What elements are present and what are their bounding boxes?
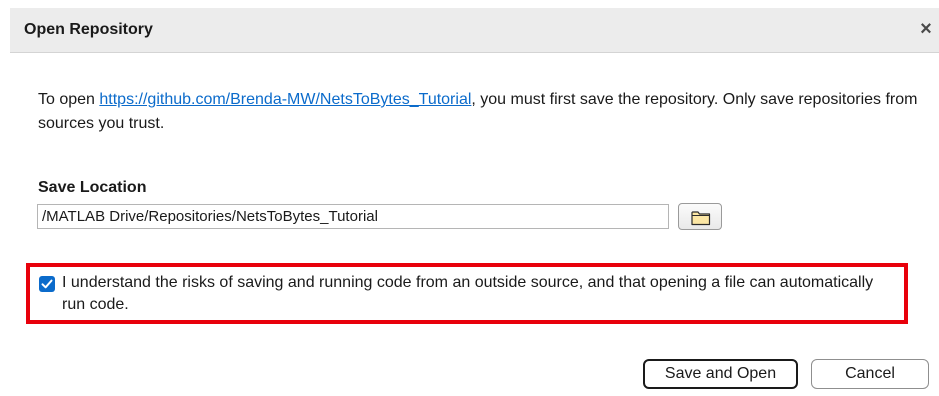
- repository-link[interactable]: https://github.com/Brenda-MW/NetsToBytes…: [99, 91, 471, 108]
- folder-icon: [691, 211, 711, 226]
- checkmark-icon: [41, 279, 53, 289]
- save-location-input[interactable]: [37, 204, 669, 229]
- close-icon[interactable]: ×: [915, 17, 937, 41]
- dialog-title: Open Repository: [24, 21, 153, 38]
- dialog-titlebar: Open Repository ×: [10, 8, 939, 53]
- open-repository-dialog: Open Repository × To open https://github…: [10, 8, 939, 396]
- browse-folder-button[interactable]: [678, 203, 722, 230]
- risk-acknowledgement-text[interactable]: I understand the risks of saving and run…: [62, 272, 892, 316]
- dialog-message: To open https://github.com/Brenda-MW/Net…: [38, 88, 918, 136]
- save-and-open-button[interactable]: Save and Open: [643, 359, 798, 389]
- message-prefix: To open: [38, 91, 100, 108]
- cancel-button[interactable]: Cancel: [811, 359, 929, 389]
- save-location-label: Save Location: [38, 179, 147, 196]
- risk-acknowledgement-highlight: I understand the risks of saving and run…: [26, 263, 908, 324]
- risk-acknowledgement-checkbox[interactable]: [39, 276, 55, 292]
